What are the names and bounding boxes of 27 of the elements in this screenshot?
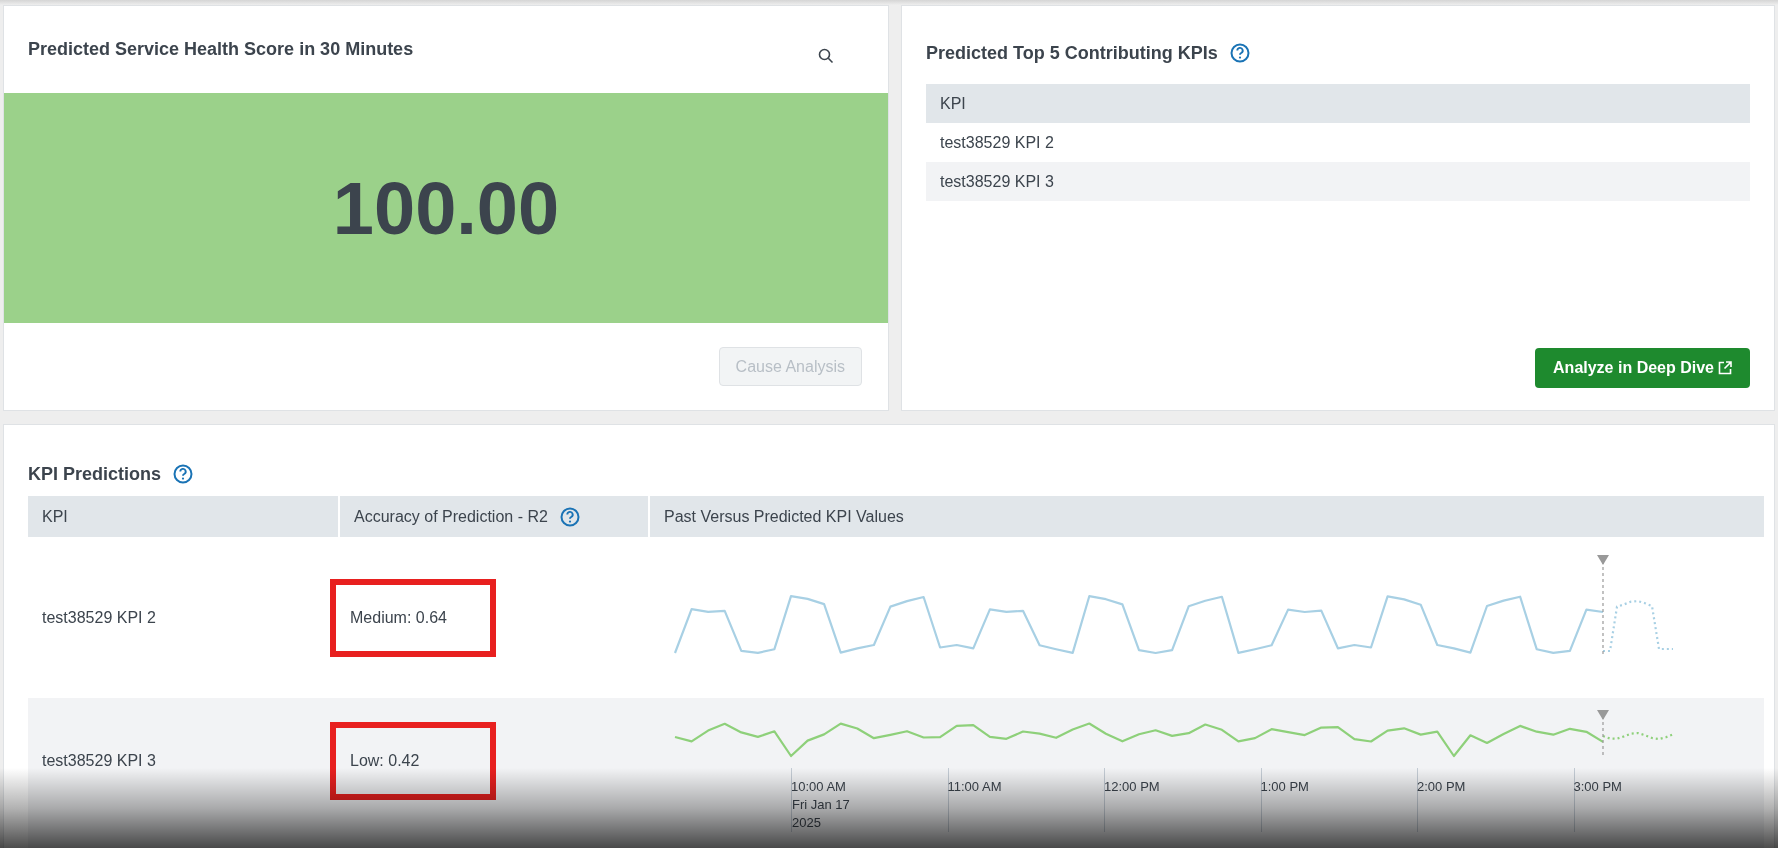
highlight-box: Low: 0.42 [330, 722, 496, 800]
column-header: Accuracy of Prediction - R2 [354, 506, 548, 527]
analyze-deep-dive-button[interactable]: Analyze in Deep Dive [1535, 348, 1750, 388]
panel-title: KPI Predictions [28, 462, 162, 486]
axis-label: 1:00 PM [1260, 778, 1310, 796]
panel-title: Predicted Top 5 Contributing KPIs [926, 41, 1218, 65]
table-cell-text: test38529 KPI 2 [42, 607, 156, 628]
external-link-icon [1718, 361, 1732, 375]
health-score: 100.00 [332, 165, 560, 252]
panel-title: Predicted Service Health Score in 30 Minutes [28, 38, 414, 61]
axis-label: 3:00 PM [1573, 778, 1623, 796]
axis-label: 12:00 PM [1104, 778, 1161, 796]
column-header: KPI [42, 506, 68, 527]
axis-label: 10:00 AM [791, 778, 847, 796]
column-header: KPI [926, 84, 1750, 123]
help-icon[interactable] [1229, 43, 1250, 63]
help-icon[interactable] [173, 464, 194, 484]
axis-label: Fri Jan 17 [792, 796, 851, 814]
column-header: Past Versus Predicted KPI Values [664, 506, 904, 527]
axis-label: 11:00 AM [947, 778, 1003, 796]
help-icon[interactable] [559, 506, 580, 527]
axis-label: 2025 [792, 814, 822, 832]
search-icon[interactable] [818, 48, 834, 64]
highlight-box: Medium: 0.64 [330, 578, 496, 657]
table-cell: test38529 KPI 3 [926, 162, 1750, 201]
table-cell-text: test38529 KPI 3 [42, 751, 156, 771]
axis-label: 2:00 PM [1417, 778, 1467, 796]
